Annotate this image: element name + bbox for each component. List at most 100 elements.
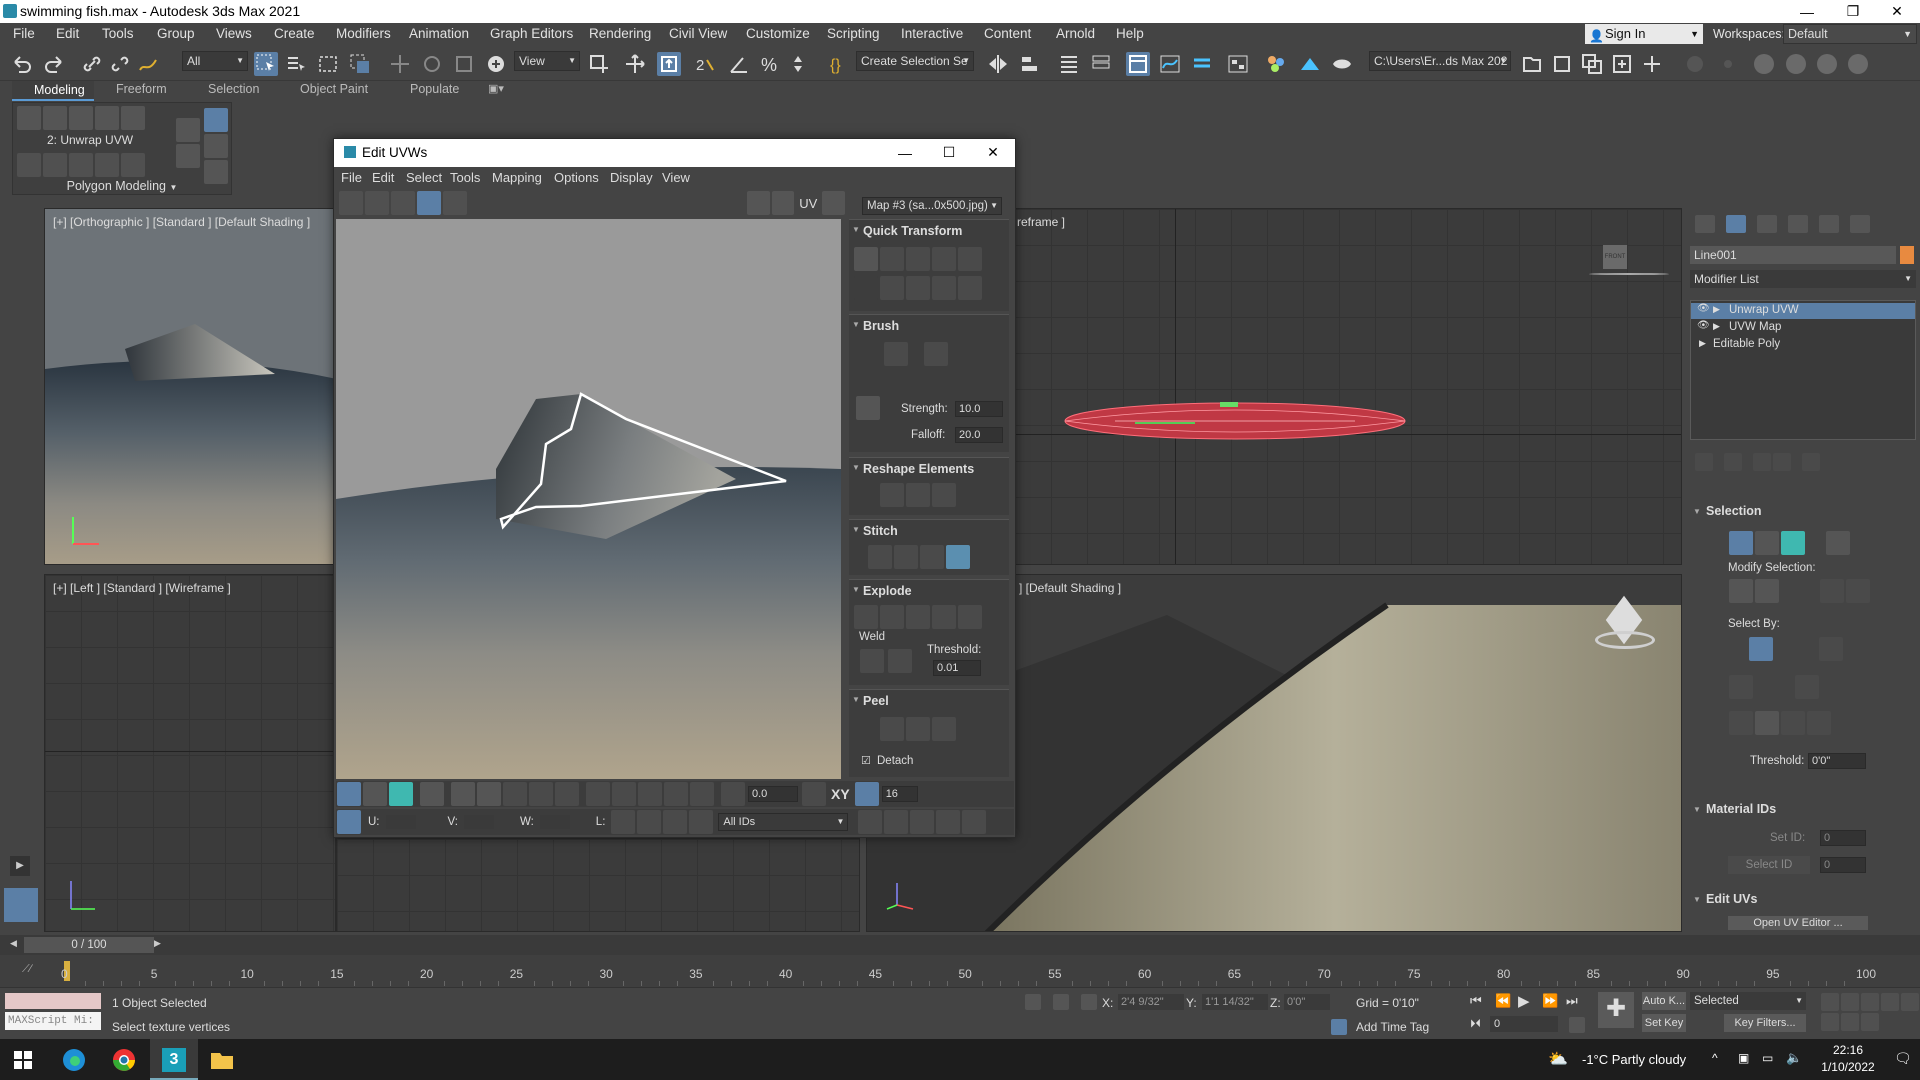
- volume-icon[interactable]: 🔈: [1786, 1050, 1802, 1066]
- stitch-target-icon[interactable]: [894, 545, 918, 569]
- quick-peel-icon[interactable]: [880, 717, 904, 741]
- ribbon-side-icon[interactable]: [176, 144, 200, 168]
- minimize-button[interactable]: —: [1784, 0, 1830, 23]
- uv-canvas[interactable]: [336, 219, 841, 779]
- relax-icon[interactable]: [906, 483, 930, 507]
- select-by-name-icon[interactable]: [284, 52, 308, 76]
- detach-checkbox[interactable]: ☑: [861, 754, 871, 767]
- next-key-icon[interactable]: ⏩: [1542, 993, 1558, 1009]
- align-v-icon[interactable]: [906, 247, 930, 271]
- layer-explorer-icon[interactable]: [1089, 52, 1113, 76]
- set-key-big-button[interactable]: ✚: [1598, 992, 1634, 1028]
- selection-filter-dropdown[interactable]: All ▼: [182, 51, 248, 71]
- poly-subobj-icon[interactable]: [389, 782, 413, 806]
- zoom-icon[interactable]: [1821, 993, 1839, 1011]
- absolute-transform-icon[interactable]: [1081, 994, 1097, 1010]
- shrink-selection-icon[interactable]: [1755, 579, 1779, 603]
- dialog-minimize-button[interactable]: —: [882, 141, 928, 164]
- quick-transform-header[interactable]: Quick Transform: [849, 220, 1009, 240]
- dialog-close-button[interactable]: ✕: [970, 141, 1016, 164]
- rotate-cw-icon[interactable]: [932, 247, 956, 271]
- vertex-mode-icon[interactable]: [1729, 531, 1753, 555]
- maximize-viewport-icon[interactable]: [1861, 1013, 1879, 1031]
- vertex-icon[interactable]: [17, 106, 41, 130]
- ribbon-options-icon[interactable]: ▣▾: [488, 82, 504, 95]
- brush-header[interactable]: Brush: [849, 315, 1009, 335]
- soft-falloff-spinner[interactable]: 0.0: [748, 786, 798, 802]
- edge-mode-icon[interactable]: [1755, 531, 1779, 555]
- menu-help[interactable]: Help: [1116, 26, 1144, 41]
- edit-named-selection-icon[interactable]: {}: [827, 52, 851, 76]
- polygon-icon[interactable]: [95, 106, 119, 130]
- create-tab-icon[interactable]: [1695, 215, 1715, 233]
- menu-customize[interactable]: Customize: [746, 26, 810, 41]
- tab-selection[interactable]: Selection: [208, 82, 259, 96]
- tab-populate[interactable]: Populate: [410, 82, 459, 96]
- dialog-menu-view[interactable]: View: [662, 170, 690, 185]
- goto-end-icon[interactable]: ⏭: [1566, 993, 1578, 1009]
- containers-icon[interactable]: [1580, 52, 1604, 76]
- freeze-icon[interactable]: [689, 810, 714, 834]
- checker-icon[interactable]: [747, 191, 770, 215]
- time-tag-icon[interactable]: [1331, 1019, 1347, 1035]
- prev-frame-icon[interactable]: ◀: [10, 938, 17, 949]
- modify-tab-icon[interactable]: [1726, 215, 1746, 233]
- select-manipulate-icon[interactable]: [623, 52, 647, 76]
- axis-y-icon[interactable]: [1781, 711, 1805, 735]
- threshold-spinner[interactable]: 0'0": [1808, 753, 1866, 769]
- pan-icon[interactable]: [1821, 1013, 1839, 1031]
- pivot-icon[interactable]: [587, 52, 611, 76]
- curve-editor-icon[interactable]: [1158, 52, 1182, 76]
- maxscript-listener-pink[interactable]: [5, 993, 101, 1009]
- current-frame-field[interactable]: 0: [1490, 1016, 1558, 1032]
- stitch-average-icon[interactable]: [920, 545, 944, 569]
- dope-sheet-icon[interactable]: [1190, 52, 1214, 76]
- xy-label[interactable]: XY: [831, 786, 850, 802]
- reset-peel-icon[interactable]: [932, 717, 956, 741]
- tray-chevron-icon[interactable]: ^: [1712, 1051, 1718, 1065]
- select-by-smoothing-icon[interactable]: [1729, 675, 1753, 699]
- notifications-icon[interactable]: 🗨: [1894, 1050, 1912, 1067]
- snaps-toggle-icon[interactable]: 2: [693, 52, 717, 76]
- tab-object-paint[interactable]: Object Paint: [300, 82, 368, 96]
- zoom-extents-all-icon[interactable]: [1881, 993, 1899, 1011]
- schematic-view-icon[interactable]: [1226, 52, 1250, 76]
- mirror-icon[interactable]: [986, 52, 1010, 76]
- viewcube-top[interactable]: FRONT: [1589, 245, 1669, 285]
- rotate-ccw-icon[interactable]: [932, 276, 956, 300]
- ribbon-group-label[interactable]: Polygon Modeling ▼: [13, 179, 231, 195]
- viewport-label[interactable]: [+] [Orthographic ] [Standard ] [Default…: [53, 215, 310, 229]
- scale-icon[interactable]: [391, 191, 415, 215]
- selection-rollout-header[interactable]: Selection: [1688, 504, 1916, 524]
- border-icon[interactable]: [69, 106, 93, 130]
- sign-in-button[interactable]: 👤 Sign In ▼: [1585, 24, 1703, 44]
- zoom-extents-icon[interactable]: [936, 810, 961, 834]
- select-element-icon[interactable]: [1826, 531, 1850, 555]
- render-frame-icon[interactable]: [1330, 52, 1354, 76]
- viewport-label[interactable]: [+] [Left ] [Standard ] [Wireframe ]: [53, 581, 231, 595]
- dialog-menu-display[interactable]: Display: [610, 170, 653, 185]
- time-config-icon[interactable]: [1569, 1017, 1585, 1033]
- ring-selection-icon[interactable]: [1846, 579, 1870, 603]
- place-icon[interactable]: [484, 52, 508, 76]
- play-icon[interactable]: ▶: [1518, 992, 1530, 1010]
- tab-freeform[interactable]: Freeform: [116, 82, 167, 96]
- link-icon[interactable]: [80, 52, 104, 76]
- render-setup-icon[interactable]: [1298, 52, 1322, 76]
- brush-stroke-icon[interactable]: [856, 396, 880, 420]
- menu-graph-editors[interactable]: Graph Editors: [490, 26, 573, 41]
- rect-selection-icon[interactable]: [316, 52, 340, 76]
- percent-snap-icon[interactable]: %: [758, 52, 782, 76]
- viewport-label[interactable]: reframe ]: [1017, 215, 1065, 229]
- freeze-display-icon[interactable]: [663, 810, 688, 834]
- key-filters-button[interactable]: Key Filters...: [1724, 1014, 1806, 1032]
- track-bar[interactable]: ⟋∕ 0 5 10 15 20 25 30 35 40 45 50 55 60 65 70 75 80 85 90 9…: [0, 955, 1920, 987]
- ring-grow-icon[interactable]: [555, 782, 579, 806]
- edge-browser-icon[interactable]: [62, 1048, 86, 1072]
- grow-selection-icon[interactable]: [1729, 579, 1753, 603]
- lock-selection-icon[interactable]: [1053, 994, 1069, 1010]
- dialog-menu-mapping[interactable]: Mapping: [492, 170, 542, 185]
- clock-date[interactable]: 1/10/2022: [1812, 1060, 1884, 1074]
- tab-modeling[interactable]: Modeling: [12, 81, 94, 101]
- ribbon-toggle-icon[interactable]: [1126, 52, 1150, 76]
